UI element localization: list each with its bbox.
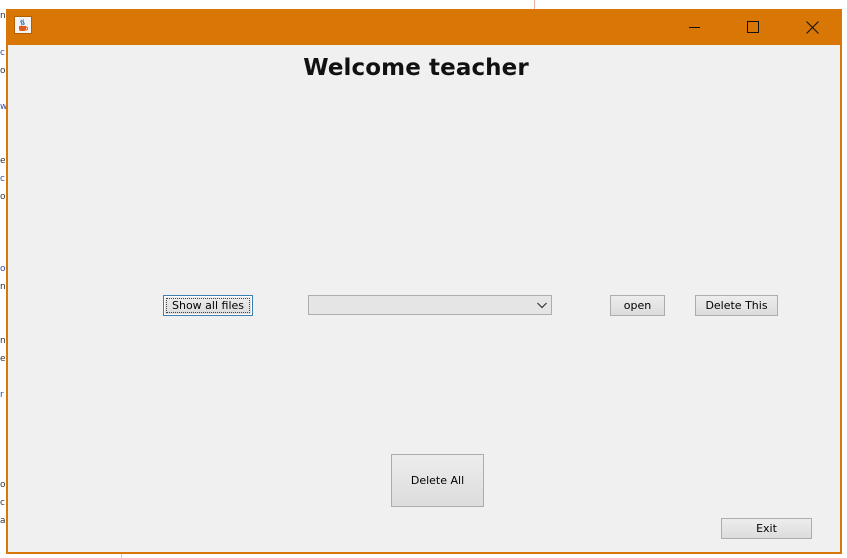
java-cup-icon[interactable] <box>14 16 32 34</box>
minimize-button[interactable] <box>666 9 724 45</box>
chevron-down-icon <box>537 302 547 309</box>
open-button[interactable]: open <box>610 295 665 316</box>
title-bar[interactable] <box>6 9 842 45</box>
minimize-icon <box>689 27 700 28</box>
background-bottom-edge <box>0 554 847 558</box>
maximize-icon <box>747 21 759 33</box>
file-select-dropdown[interactable] <box>308 295 552 315</box>
main-panel: Welcome teacher Show all files open Dele… <box>8 45 840 552</box>
app-window: Welcome teacher Show all files open Dele… <box>6 9 842 554</box>
background-divider <box>534 0 535 9</box>
exit-button[interactable]: Exit <box>721 518 812 539</box>
delete-all-button[interactable]: Delete All <box>391 454 484 507</box>
close-button[interactable] <box>783 9 841 45</box>
background-divider <box>121 554 122 558</box>
show-all-files-button[interactable]: Show all files <box>163 295 253 316</box>
maximize-button[interactable] <box>724 9 782 45</box>
page-title: Welcome teacher <box>303 55 529 81</box>
close-icon <box>805 20 819 34</box>
delete-this-button[interactable]: Delete This <box>695 295 778 316</box>
